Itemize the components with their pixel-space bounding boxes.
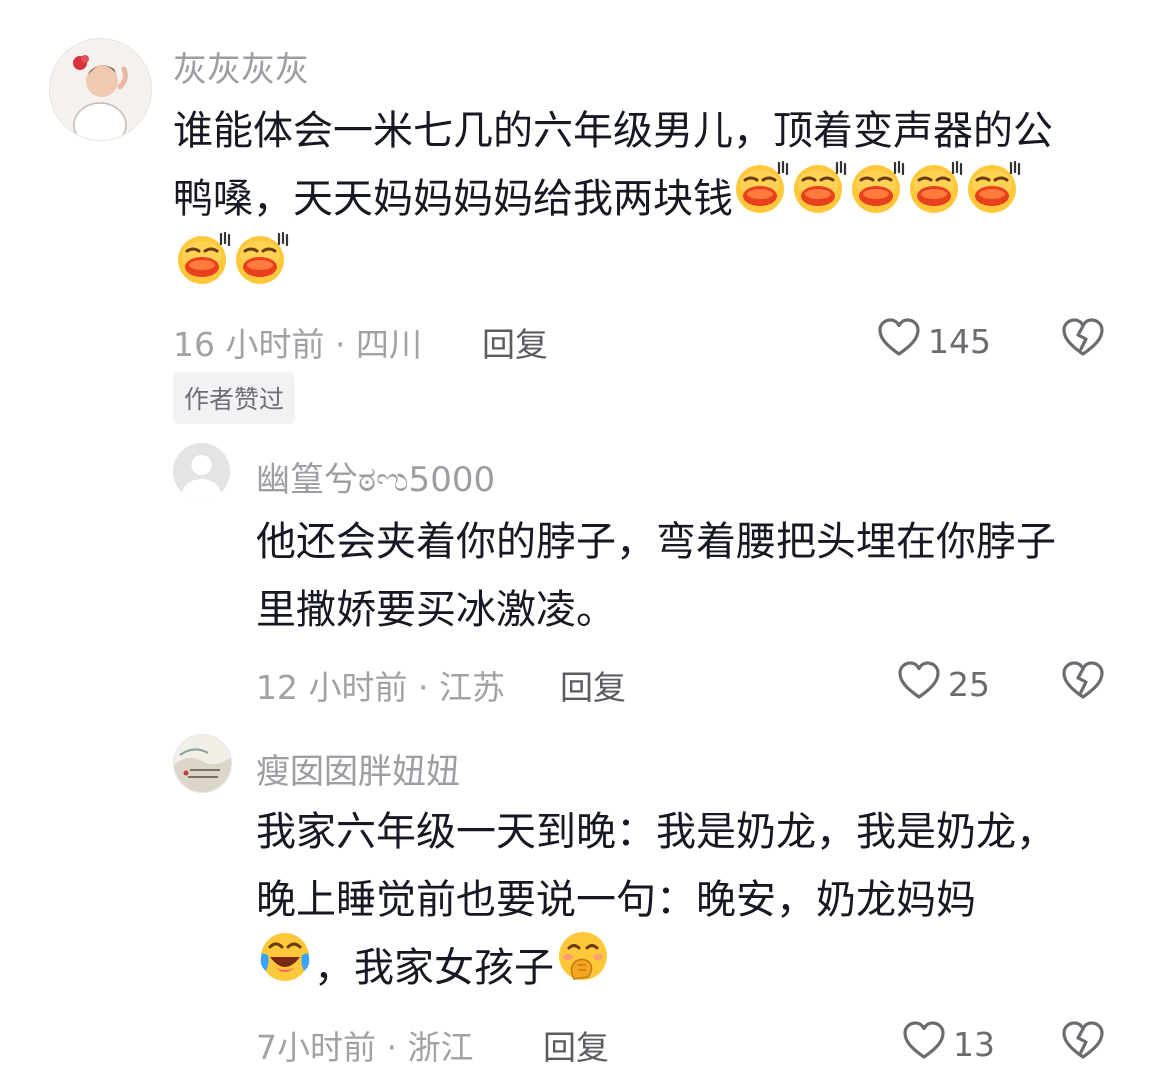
- cheeky-tongue-emoji: [907, 158, 965, 237]
- comment-line-text: 鸭嗓，天天妈妈妈妈给我两块钱: [173, 176, 733, 222]
- cheeky-tongue-emoji: [965, 158, 1023, 237]
- comment-line: 他还会夹着你的脖子，弯着腰把头埋在你脖子: [256, 519, 1056, 565]
- comment-text: 我家六年级一天到晚：我是奶龙，我是奶龙， 晚上睡觉前也要说一句：晚安，奶龙妈妈 …: [256, 798, 1056, 1006]
- dislike-button[interactable]: [1060, 1019, 1106, 1065]
- comment-line: 鸭嗓，天天妈妈妈妈给我两块钱: [173, 160, 1053, 237]
- crying-laughing-emoji: [256, 927, 314, 1006]
- timestamp-location: 16 小时前 · 四川: [173, 325, 422, 364]
- like-count: 145: [928, 321, 991, 361]
- cheeky-tongue-emoji: [733, 158, 791, 237]
- username[interactable]: 瘦囡囡胖妞妞: [256, 744, 460, 793]
- username[interactable]: 灰灰灰灰: [173, 42, 309, 91]
- like-count: 13: [953, 1024, 995, 1064]
- comment-line: 里撒娇要买冰激凌。: [256, 587, 616, 633]
- comment-text: 谁能体会一米七几的六年级男儿，顶着变声器的公 鸭嗓，天天妈妈妈妈给我两块钱: [173, 97, 1053, 308]
- cheeky-tongue-emoji: [175, 229, 233, 308]
- comment-line: 晚上睡觉前也要说一句：晚安，奶龙妈妈: [256, 877, 976, 923]
- dislike-button[interactable]: [1060, 316, 1106, 362]
- reply-button[interactable]: 回复: [560, 661, 626, 709]
- like-count: 25: [948, 664, 990, 704]
- comment-line: 谁能体会一米七几的六年级男儿，顶着变声器的公: [173, 108, 1053, 154]
- like-button[interactable]: 145: [876, 316, 991, 366]
- broken-heart-icon: [1060, 661, 1106, 705]
- reply-button[interactable]: 回复: [482, 318, 548, 366]
- broken-heart-icon: [1060, 318, 1106, 362]
- comment-line: 我家六年级一天到晚：我是奶龙，我是奶龙，: [256, 809, 1056, 855]
- comment-line-text: ，我家女孩子: [314, 945, 554, 991]
- heart-outline-icon: [876, 316, 922, 366]
- comment-text: 他还会夹着你的脖子，弯着腰把头埋在你脖子 里撒娇要买冰激凌。: [256, 508, 1056, 644]
- comment-line: ，我家女孩子: [256, 931, 1056, 1006]
- author-liked-badge: 作者赞过: [173, 372, 296, 424]
- username[interactable]: 幽篁兮ಠಌ5000: [256, 452, 495, 501]
- avatar[interactable]: [173, 734, 232, 793]
- hand-over-mouth-emoji: [554, 927, 612, 1006]
- like-button[interactable]: 13: [901, 1019, 995, 1069]
- like-button[interactable]: 25: [896, 659, 990, 709]
- cheeky-tongue-emoji: [849, 158, 907, 237]
- avatar[interactable]: [49, 38, 152, 141]
- timestamp-location: 12 小时前 · 江苏: [256, 668, 505, 707]
- avatar[interactable]: [173, 443, 230, 500]
- reply-button[interactable]: 回复: [543, 1021, 609, 1069]
- cheeky-tongue-emoji: [233, 229, 291, 308]
- timestamp-location: 7小时前 · 浙江: [256, 1028, 474, 1067]
- heart-outline-icon: [896, 659, 942, 709]
- comment-line: [173, 231, 1053, 309]
- broken-heart-icon: [1060, 1021, 1106, 1065]
- dislike-button[interactable]: [1060, 659, 1106, 705]
- cheeky-tongue-emoji: [791, 158, 849, 237]
- heart-outline-icon: [901, 1019, 947, 1069]
